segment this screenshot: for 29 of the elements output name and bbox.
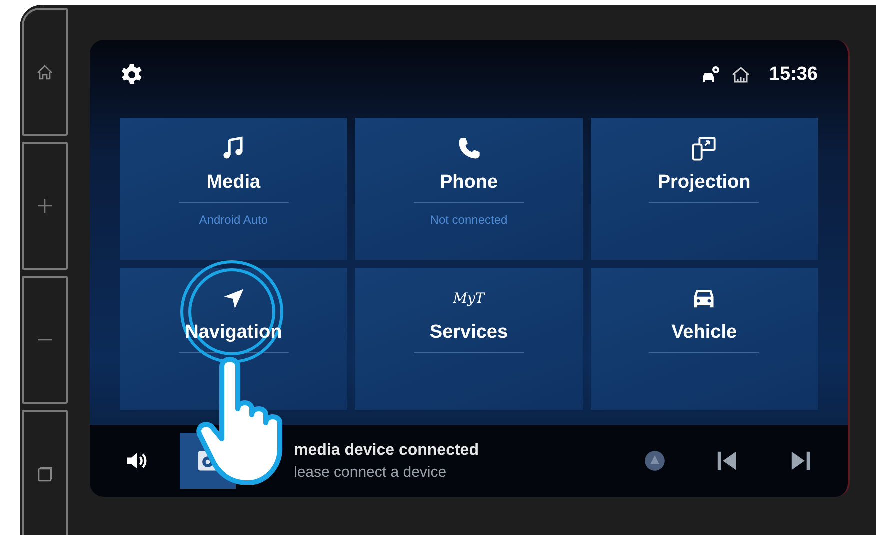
tile-subtitle: Android Auto bbox=[199, 213, 268, 227]
tile-title: Phone bbox=[440, 172, 498, 194]
source-icon[interactable] bbox=[644, 450, 666, 472]
app-tile[interactable]: MyT Services bbox=[355, 268, 583, 410]
app-tile[interactable]: Navigation bbox=[120, 268, 348, 410]
clock-time: 15:36 bbox=[769, 64, 818, 86]
minus-icon bbox=[38, 339, 52, 341]
location-car-icon bbox=[701, 65, 722, 85]
app-tile[interactable]: Projection bbox=[590, 118, 818, 260]
home-signal-icon bbox=[731, 65, 752, 85]
media-status-title: media device connected bbox=[294, 442, 480, 460]
service-logo: MyT bbox=[453, 290, 485, 309]
hardware-button[interactable] bbox=[22, 276, 68, 404]
app-tile[interactable]: Phone Not connected bbox=[355, 118, 583, 260]
screen-mirroring-icon bbox=[691, 136, 718, 162]
hardware-button[interactable] bbox=[22, 8, 68, 136]
tile-title: Projection bbox=[658, 172, 751, 194]
plus-icon bbox=[35, 196, 55, 216]
hardware-button[interactable] bbox=[22, 142, 68, 270]
tile-subtitle: Not connected bbox=[430, 213, 508, 227]
app-tile[interactable]: Media Android Auto bbox=[120, 118, 348, 260]
media-status-subtitle: lease connect a device bbox=[294, 464, 448, 480]
app-tile[interactable]: Vehicle bbox=[590, 268, 818, 410]
settings-icon[interactable] bbox=[120, 63, 144, 87]
tile-title: Services bbox=[430, 322, 508, 344]
tile-title: Vehicle bbox=[672, 322, 738, 344]
tile-title: Navigation bbox=[185, 322, 282, 344]
hardware-button[interactable] bbox=[22, 410, 68, 535]
tile-title: Media bbox=[206, 172, 261, 194]
